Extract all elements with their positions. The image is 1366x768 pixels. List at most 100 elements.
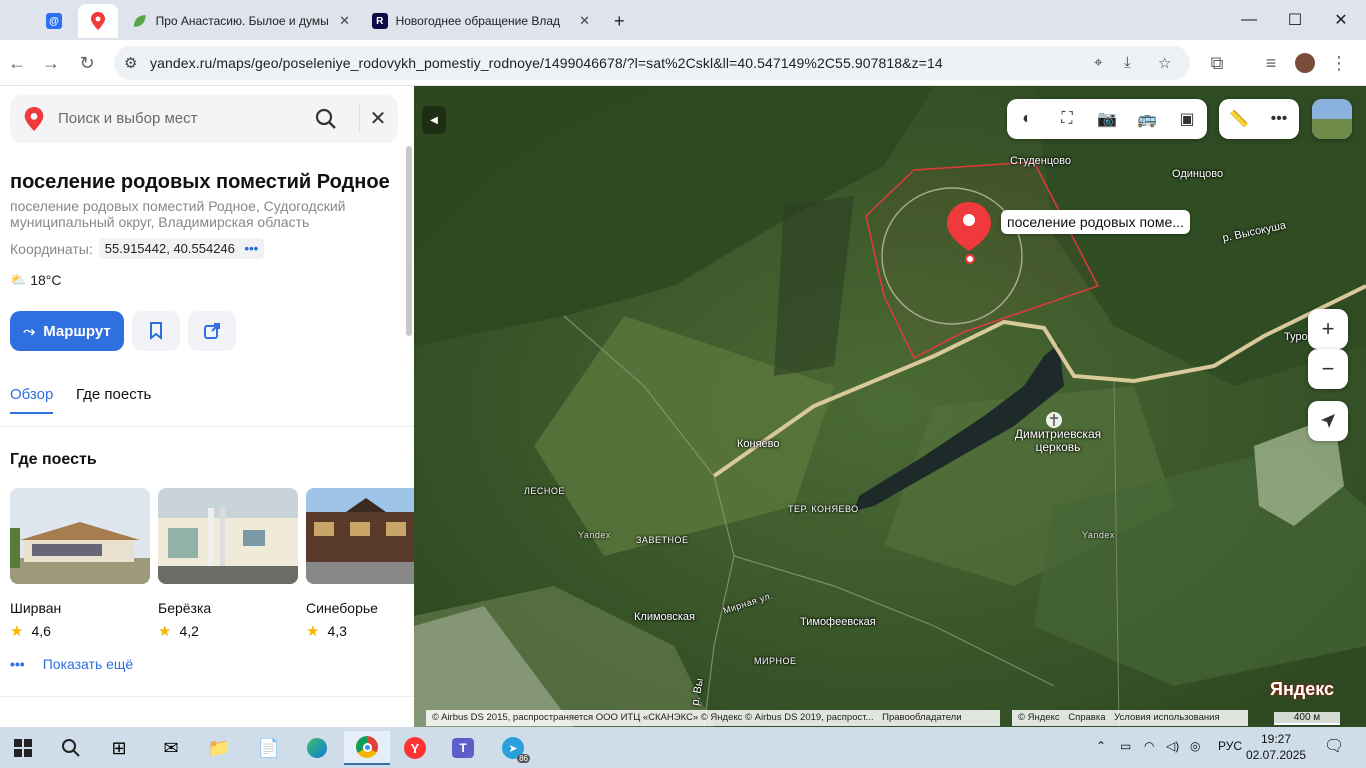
tray-overflow-icon[interactable]: ⌃ bbox=[1096, 739, 1106, 753]
reload-icon[interactable]: ↻ bbox=[74, 50, 100, 76]
route-button[interactable]: ⤳ Маршрут bbox=[10, 311, 124, 351]
map-type-thumbnail-icon bbox=[1312, 99, 1352, 139]
layers-icon[interactable]: ◐ bbox=[1007, 99, 1047, 139]
share-button[interactable] bbox=[188, 311, 236, 351]
rating-value: 4,3 bbox=[327, 623, 347, 639]
tab-overview[interactable]: Обзор bbox=[10, 386, 53, 403]
map-watermark: Yandex bbox=[578, 530, 611, 540]
tab-pinned-maps[interactable] bbox=[78, 4, 118, 38]
minimize-icon[interactable]: — bbox=[1226, 0, 1272, 40]
place-panel: Поиск и выбор мест ✕ поселение родовых п… bbox=[0, 86, 414, 727]
taskbar: ⊞ ✉ 📁 📄 Y T ➤ 86 ⌃ ▭ ◠ ◁) ◎ РУС 19:27 02… bbox=[0, 727, 1366, 768]
map-label: Коняево bbox=[737, 438, 780, 450]
place-card-shirvan[interactable]: Ширван ★ 4,6 bbox=[10, 488, 150, 640]
place-card-sineborye[interactable]: Синеборье ★ 4,3 bbox=[306, 488, 414, 640]
scrollbar[interactable] bbox=[406, 146, 412, 336]
windows-start-icon[interactable] bbox=[6, 731, 40, 765]
place-photo bbox=[10, 488, 150, 584]
close-tab-icon[interactable]: ✕ bbox=[339, 13, 350, 29]
show-more-link[interactable]: ••• Показать ещё bbox=[10, 656, 133, 672]
map-tools-toolbar: 📏 ••• bbox=[1219, 99, 1299, 139]
volume-icon[interactable]: ◁) bbox=[1166, 739, 1179, 753]
rights-holders-link[interactable]: Правообладатели bbox=[882, 712, 961, 723]
map-type-button[interactable] bbox=[1312, 99, 1352, 139]
tab-rutube[interactable]: R Новогоднее обращение Влад ✕ bbox=[362, 4, 600, 38]
wifi-icon[interactable]: ◠ bbox=[1144, 739, 1154, 753]
map-label: Одинцово bbox=[1172, 168, 1224, 180]
more-icon: ••• bbox=[10, 656, 25, 672]
selected-place-label[interactable]: поселение родовых поме... bbox=[1001, 210, 1190, 234]
my-location-button[interactable] bbox=[1308, 401, 1348, 441]
search-icon[interactable] bbox=[314, 107, 338, 131]
map-footer-links: © Яндекс Справка Условия использования bbox=[1012, 710, 1248, 726]
media-icon[interactable]: ≡ bbox=[1258, 50, 1284, 76]
extensions-icon[interactable]: ⧉ bbox=[1204, 50, 1230, 76]
notifications-icon[interactable]: 🗨 bbox=[1324, 736, 1344, 756]
file-explorer-icon[interactable]: 📁 bbox=[202, 731, 236, 765]
tab-title: Новогоднее обращение Влад bbox=[395, 14, 561, 28]
clock[interactable]: 19:27 02.07.2025 bbox=[1246, 731, 1306, 763]
ruler-icon[interactable]: 📏 bbox=[1219, 99, 1259, 139]
more-icon[interactable]: ••• bbox=[245, 241, 259, 256]
map-label: Тимофеевская bbox=[800, 616, 876, 628]
coordinates-value[interactable]: 55.915442, 40.554246 ••• bbox=[98, 238, 265, 259]
panorama-icon[interactable]: ⛶ bbox=[1047, 99, 1087, 139]
telegram-icon[interactable]: ➤ 86 bbox=[496, 731, 530, 765]
yandex-browser-icon[interactable]: Y bbox=[398, 731, 432, 765]
satellite-map[interactable]: ◀ ◐ ⛶ 📷 🚌 ▣ 📏 ••• поселение родовых поме… bbox=[414, 86, 1366, 727]
transport-icon[interactable]: 🚌 bbox=[1127, 99, 1167, 139]
chrome-icon[interactable] bbox=[344, 731, 390, 765]
bookmark-button[interactable] bbox=[132, 311, 180, 351]
back-icon[interactable]: ← bbox=[4, 50, 30, 76]
task-view-icon[interactable]: ⊞ bbox=[102, 731, 136, 765]
bookmark-star-icon[interactable]: ☆ bbox=[1158, 54, 1171, 72]
terms-link[interactable]: Условия использования bbox=[1114, 712, 1219, 723]
forward-icon[interactable]: → bbox=[38, 50, 64, 76]
search-icon[interactable] bbox=[54, 731, 88, 765]
partly-cloudy-icon: ⛅ bbox=[10, 272, 27, 287]
coordinates-label: Координаты: bbox=[10, 240, 93, 257]
address-bar[interactable]: ⚙ yandex.ru/maps/geo/poseleniye_rodovykh… bbox=[114, 46, 1190, 80]
install-icon[interactable]: ⤓ bbox=[1124, 54, 1131, 71]
zoom-out-button[interactable]: − bbox=[1308, 349, 1348, 389]
zoom-in-button[interactable]: + bbox=[1308, 309, 1348, 349]
place-title: поселение родовых поместий Родное bbox=[10, 171, 390, 193]
place-card-berezka[interactable]: Берёзка ★ 4,2 bbox=[158, 488, 298, 640]
help-link[interactable]: Справка bbox=[1068, 712, 1105, 723]
more-icon[interactable]: ••• bbox=[1259, 99, 1299, 139]
teams-icon[interactable]: T bbox=[446, 731, 480, 765]
tab-anastasia[interactable]: Про Анастасию. Былое и думы ✕ bbox=[122, 4, 360, 38]
map-label: МИРНОЕ bbox=[754, 656, 797, 666]
new-tab-button[interactable]: + bbox=[604, 4, 635, 38]
battery-icon[interactable]: ▭ bbox=[1120, 739, 1131, 753]
coordinates-text: 55.915442, 40.554246 bbox=[104, 241, 235, 256]
camera-status-icon[interactable]: ◎ bbox=[1190, 739, 1200, 753]
maximize-icon[interactable]: ☐ bbox=[1272, 0, 1318, 40]
tab-where-to-eat[interactable]: Где поесть bbox=[76, 386, 151, 403]
traffic-icon[interactable]: ▣ bbox=[1167, 99, 1207, 139]
place-name: Синеборье bbox=[306, 600, 378, 616]
tab-pinned-mail[interactable]: @ bbox=[34, 4, 74, 38]
collapse-panel-button[interactable]: ◀ bbox=[422, 106, 446, 134]
site-settings-icon[interactable]: ⚙ bbox=[124, 54, 137, 72]
profile-avatar[interactable] bbox=[1292, 50, 1318, 76]
coordinates: Координаты: 55.915442, 40.554246 ••• bbox=[10, 238, 265, 259]
divider bbox=[0, 426, 414, 427]
section-title: Где поесть bbox=[10, 451, 97, 468]
map-scale: 400 м bbox=[1274, 712, 1340, 725]
close-icon[interactable]: ✕ bbox=[366, 107, 390, 131]
search-box[interactable]: Поиск и выбор мест ✕ bbox=[10, 95, 398, 143]
map-watermark: Yandex bbox=[1082, 530, 1115, 540]
camera-icon[interactable]: 📷 bbox=[1087, 99, 1127, 139]
browser-menu-icon[interactable]: ⋮ bbox=[1326, 50, 1352, 76]
mail-icon: @ bbox=[46, 13, 62, 29]
mail-app-icon[interactable]: ✉ bbox=[154, 731, 188, 765]
location-icon[interactable]: ⌖ bbox=[1094, 54, 1102, 71]
close-tab-icon[interactable]: ✕ bbox=[579, 13, 590, 29]
map-copyright: © Airbus DS 2015, распространяется ООО И… bbox=[426, 710, 1000, 726]
document-icon[interactable]: 📄 bbox=[252, 731, 286, 765]
place-name: Ширван bbox=[10, 600, 62, 616]
edge-icon[interactable] bbox=[300, 731, 334, 765]
language-indicator[interactable]: РУС bbox=[1218, 739, 1242, 753]
close-window-icon[interactable]: ✕ bbox=[1318, 0, 1364, 40]
